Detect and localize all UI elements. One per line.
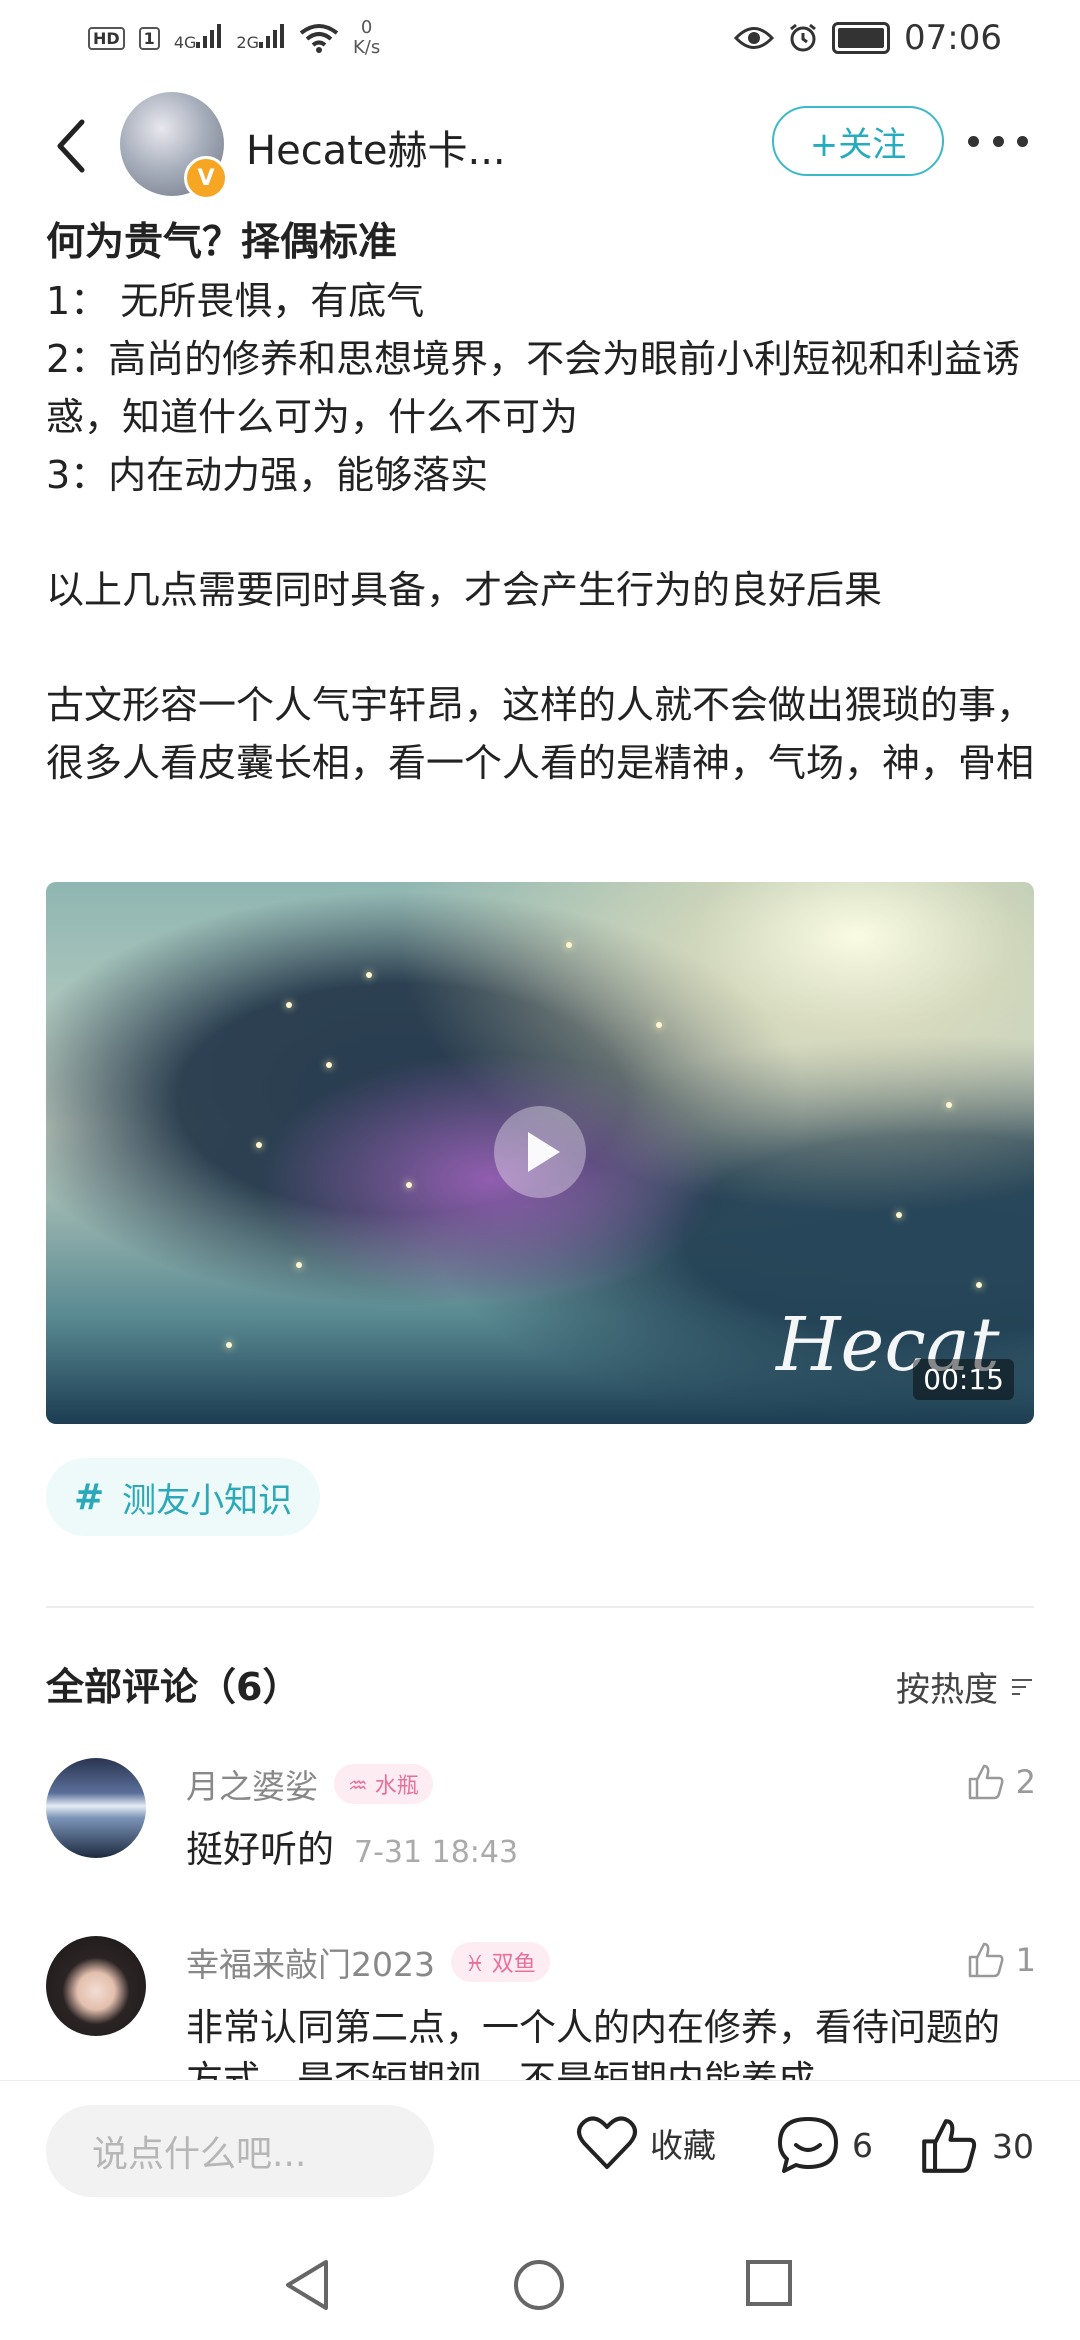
post-line-4: 以上几点需要同时具备，才会产生行为的良好后果: [46, 568, 883, 612]
sort-button[interactable]: 按热度: [896, 1662, 1036, 1711]
topic-tag[interactable]: # 测友小知识: [46, 1458, 321, 1536]
post-title: 何为贵气？择偶标准: [46, 220, 398, 265]
author-name[interactable]: Hecate赫卡...: [246, 118, 506, 176]
comments-header: 全部评论（6） 按热度: [46, 1652, 1036, 1712]
comment-text[interactable]: 非常认同第二点，一个人的内在修养，看待问题的方式，是否短期视，不是短期内能养成: [186, 2002, 1016, 2080]
post-line-5: 古文形容一个人气宇轩昂，这样的人就不会做出猥琐的事，很多人看皮囊长相，看一个人看…: [46, 683, 1035, 785]
favorite-button[interactable]: 收藏: [576, 2115, 716, 2171]
commenter-avatar[interactable]: [46, 1936, 146, 2036]
square-recent-icon[interactable]: [744, 2258, 794, 2308]
commenter-name-row: 月之婆娑 ♒ 水瓶: [186, 1760, 433, 1808]
net-speed: 0 K/s: [353, 18, 380, 58]
battery-icon: [832, 22, 891, 54]
commenter-name[interactable]: 月之婆娑: [186, 1760, 318, 1808]
favorite-label: 收藏: [650, 2126, 716, 2165]
triangle-back-icon[interactable]: [282, 2258, 332, 2312]
post-line-2: 2：高尚的修养和思想境界，不会为眼前小利短视和利益诱惑，知道什么可为，什么不可为: [46, 337, 1021, 439]
hd-indicator: HD: [88, 26, 125, 50]
like-count: 30: [992, 2126, 1034, 2166]
clock: 07:06: [904, 18, 1002, 58]
comment-button[interactable]: 6: [776, 2115, 873, 2175]
comment-like-count: 2: [1015, 1763, 1036, 1801]
signal-4g-icon: 4G: [174, 24, 223, 52]
comment-body: 挺好听的: [186, 1828, 334, 1871]
hash-icon: #: [74, 1476, 105, 1518]
video-duration: 00:15: [913, 1359, 1014, 1400]
comment-count: 6: [852, 2125, 873, 2165]
comment-text[interactable]: 挺好听的 7-31 18:43: [186, 1824, 1016, 1879]
comment-like-button[interactable]: 1: [966, 1940, 1036, 1980]
status-bar: HD 1 4G 2G 0 K/s 07:06: [0, 0, 1080, 80]
wifi-icon: [299, 24, 339, 53]
comment-item: 月之婆娑 ♒ 水瓶 挺好听的 7-31 18:43 2: [46, 1758, 1036, 1871]
zodiac-badge: ♒ 水瓶: [334, 1764, 433, 1804]
comment-like-count: 1: [1015, 1941, 1036, 1979]
topic-label: 测友小知识: [122, 1480, 293, 1521]
status-left: HD 1 4G 2G 0 K/s: [88, 18, 380, 58]
like-button[interactable]: 30: [918, 2115, 1034, 2177]
comment-body: 非常认同第二点，一个人的内在修养，看待问题的方式，是否短期视，不是短期内能养成: [186, 2006, 1000, 2080]
sort-label: 按热度: [896, 1670, 998, 1710]
post-line-1: 1： 无所畏惧，有底气: [46, 279, 425, 323]
commenter-name-row: 幸福来敲门2023 ♓ 双鱼: [186, 1938, 550, 1986]
thumbs-up-icon: [968, 1764, 1004, 1800]
post-content: 何为贵气？择偶标准 1： 无所畏惧，有底气 2：高尚的修养和思想境界，不会为眼前…: [46, 214, 1036, 792]
net-speed-unit: K/s: [352, 37, 381, 58]
post-line-3: 3：内在动力强，能够落实: [46, 453, 489, 497]
back-arrow-icon[interactable]: [48, 116, 96, 176]
divider: [46, 1606, 1034, 1608]
alarm-icon: [790, 23, 816, 52]
more-dots-icon[interactable]: [968, 126, 1028, 156]
thumbs-up-icon: [968, 1942, 1004, 1978]
eye-icon: [734, 27, 775, 49]
comment-input[interactable]: 说点什么吧...: [46, 2105, 434, 2197]
commenter-avatar[interactable]: [46, 1758, 146, 1858]
comment-time: 7-31 18:43: [354, 1835, 519, 1870]
comment-bubble-icon: [778, 2117, 838, 2173]
sim-indicator: 1: [138, 26, 160, 50]
net-speed-value: 0: [360, 17, 373, 38]
sort-icon: [1012, 1677, 1036, 1697]
comments-title: 全部评论（6）: [46, 1665, 301, 1709]
follow-button[interactable]: +关注: [772, 106, 944, 176]
signal-2g-icon: 2G: [236, 24, 285, 52]
thumbs-up-icon: [922, 2119, 977, 2173]
commenter-name[interactable]: 幸福来敲门2023: [186, 1938, 435, 1986]
zodiac-badge: ♓ 双鱼: [450, 1942, 550, 1982]
vip-badge: V: [184, 156, 228, 200]
status-right: 07:06: [734, 18, 1002, 58]
video-player[interactable]: Hecat 00:15: [46, 882, 1034, 1424]
heart-icon: [577, 2116, 637, 2169]
bottom-action-bar: 说点什么吧... 收藏 6 30: [0, 2080, 1080, 2221]
post-header: V Hecate赫卡... +关注: [0, 86, 1080, 206]
system-nav-bar: [0, 2220, 1080, 2340]
circle-home-icon[interactable]: [512, 2258, 566, 2312]
comment-like-button[interactable]: 2: [966, 1762, 1036, 1802]
play-icon[interactable]: [494, 1106, 586, 1198]
comment-item: 幸福来敲门2023 ♓ 双鱼 非常认同第二点，一个人的内在修养，看待问题的方式，…: [46, 1936, 1036, 2080]
